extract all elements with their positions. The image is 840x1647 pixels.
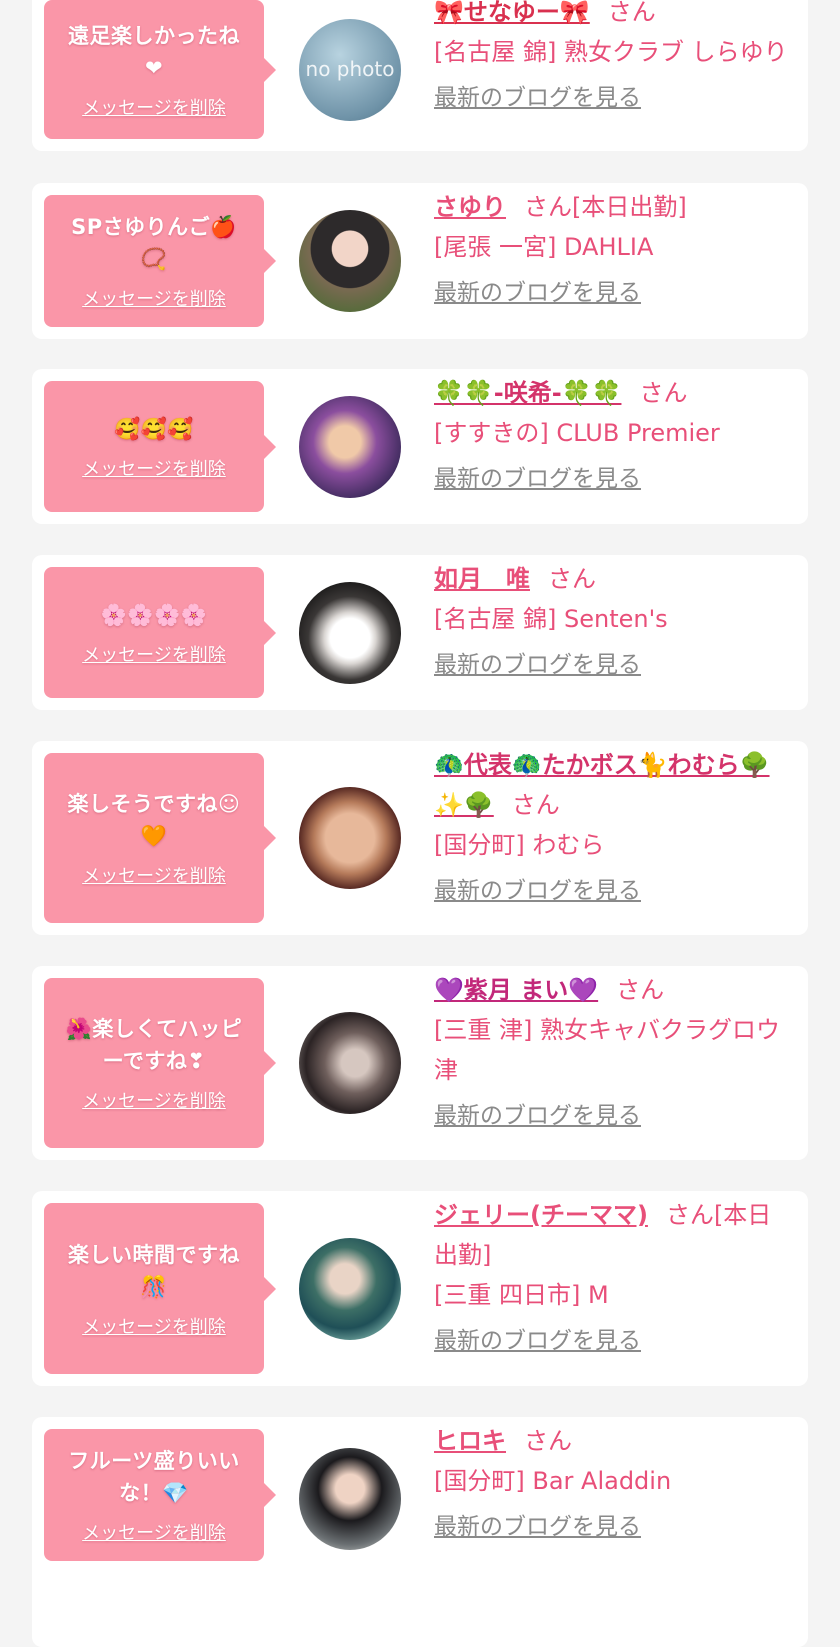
message-card: フルーツ盛りいい な！💎 メッセージを削除 ヒロキ さん [国分町] Bar Al… xyxy=(32,1417,808,1647)
avatar[interactable] xyxy=(299,210,401,312)
cast-name-link[interactable]: 如月 唯 xyxy=(434,565,530,593)
delete-message-link[interactable]: メッセージを削除 xyxy=(82,641,226,667)
shop-name: [尾張 一宮] DAHLIA xyxy=(434,233,654,261)
avatar-placeholder-text: no photo xyxy=(305,56,395,81)
cast-name-link[interactable]: 🎀せなゆー🎀 xyxy=(434,0,590,26)
delete-message-link[interactable]: メッセージを削除 xyxy=(82,455,226,481)
latest-blog-link[interactable]: 最新のブログを見る xyxy=(434,647,641,683)
name-row: ヒロキ さん xyxy=(434,1421,794,1461)
message-card: 楽しそうですね☺ 🧡 メッセージを削除 🦚代表🦚たかボス🐈わむら🌳✨🌳 さん [国… xyxy=(32,741,808,935)
message-text: 遠足楽しかったね ❤ xyxy=(68,23,240,80)
cast-name-link[interactable]: 🦚代表🦚たかボス🐈わむら🌳✨🌳 xyxy=(434,751,770,819)
message-text: 楽しそうですね☺ 🧡 xyxy=(67,792,241,848)
message-bubble: 遠足楽しかったね ❤ メッセージを削除 xyxy=(44,0,276,139)
avatar[interactable] xyxy=(299,1237,401,1340)
honorific: さん xyxy=(524,193,572,221)
delete-message-link[interactable]: メッセージを削除 xyxy=(82,1087,226,1113)
cast-name-link[interactable]: 💜紫月 まい💜 xyxy=(434,976,598,1004)
honorific: さん xyxy=(548,565,596,593)
message-card: SPさゆりんご🍎 📿 メッセージを削除 さゆり さん[本日出勤] [尾張 一宮] … xyxy=(32,183,808,339)
honorific: さん xyxy=(665,1201,714,1229)
honorific: さん xyxy=(607,0,656,26)
message-text: 🌺楽しくてハッピ ーですね❣ xyxy=(65,1017,243,1073)
latest-blog-link[interactable]: 最新のブログを見る xyxy=(434,1509,641,1545)
latest-blog-link[interactable]: 最新のブログを見る xyxy=(434,275,641,311)
shop-name: [名古屋 錦] 熟女クラブ しらゆり xyxy=(434,38,788,66)
avatar[interactable] xyxy=(299,1448,401,1550)
message-bubble: 楽しそうですね☺ 🧡 メッセージを削除 xyxy=(44,753,276,923)
name-row: 🦚代表🦚たかボス🐈わむら🌳✨🌳 さん xyxy=(434,745,794,825)
name-row: さゆり さん[本日出勤] xyxy=(434,187,794,227)
message-bubble: 🌺楽しくてハッピ ーですね❣ メッセージを削除 xyxy=(44,978,276,1148)
message-bubble: SPさゆりんご🍎 📿 メッセージを削除 xyxy=(44,195,276,327)
message-bubble: フルーツ盛りいい な！💎 メッセージを削除 xyxy=(44,1429,276,1561)
avatar[interactable] xyxy=(299,787,401,889)
cast-info: ジェリー(チーママ) さん[本日出勤] [三重 四日市] M 最新のブログを見る xyxy=(434,1195,794,1359)
delete-message-link[interactable]: メッセージを削除 xyxy=(82,1519,226,1545)
latest-blog-link[interactable]: 最新のブログを見る xyxy=(434,1323,641,1359)
delete-message-link[interactable]: メッセージを削除 xyxy=(82,1313,226,1339)
honorific: さん xyxy=(639,379,688,407)
avatar[interactable]: no photo xyxy=(299,18,401,121)
message-bubble: 🥰🥰🥰 メッセージを削除 xyxy=(44,381,276,512)
message-bubble: 楽しい時間ですね 🎊 メッセージを削除 xyxy=(44,1203,276,1374)
message-text: 楽しい時間ですね 🎊 xyxy=(68,1242,240,1299)
cast-info: 🍀🍀-咲希-🍀🍀 さん [すすきの] CLUB Premier 最新のブログを見る xyxy=(434,373,794,497)
cast-info: 🎀せなゆー🎀 さん [名古屋 錦] 熟女クラブ しらゆり 最新のブログを見る xyxy=(434,0,794,116)
name-row: 如月 唯さん xyxy=(434,559,794,599)
shop-name: [国分町] Bar Aladdin xyxy=(434,1467,672,1495)
cast-name-link[interactable]: ヒロキ xyxy=(434,1427,506,1455)
cast-info: 💜紫月 まい💜 さん [三重 津] 熟女キャバクラグロウ津 最新のブログを見る xyxy=(434,970,794,1134)
message-card: 🌸🌸🌸🌸 メッセージを削除 如月 唯さん [名古屋 錦] Senten's 最新… xyxy=(32,555,808,710)
honorific: さん xyxy=(524,1427,572,1455)
name-row: 💜紫月 まい💜 さん xyxy=(434,970,794,1010)
shop-name: [三重 四日市] M xyxy=(434,1281,609,1309)
delete-message-link[interactable]: メッセージを削除 xyxy=(82,94,226,120)
cast-name-link[interactable]: ジェリー(チーママ) xyxy=(434,1201,648,1229)
latest-blog-link[interactable]: 最新のブログを見る xyxy=(434,80,641,116)
attendance-status: [本日出勤] xyxy=(572,193,687,221)
latest-blog-link[interactable]: 最新のブログを見る xyxy=(434,461,641,497)
shop-name: [国分町] わむら xyxy=(434,831,605,859)
shop-name: [名古屋 錦] Senten's xyxy=(434,605,668,633)
name-row: ジェリー(チーママ) さん[本日出勤] xyxy=(434,1195,794,1275)
shop-name: [三重 津] 熟女キャバクラグロウ津 xyxy=(434,1016,780,1084)
avatar[interactable] xyxy=(299,1012,401,1114)
message-list: 遠足楽しかったね ❤ メッセージを削除 no photo 🎀せなゆー🎀 さん [名… xyxy=(0,0,840,1647)
message-text: 🌸🌸🌸🌸 xyxy=(100,602,208,627)
shop-name: [すすきの] CLUB Premier xyxy=(434,419,720,447)
message-bubble: 🌸🌸🌸🌸 メッセージを削除 xyxy=(44,567,276,698)
honorific: さん xyxy=(511,791,560,819)
latest-blog-link[interactable]: 最新のブログを見る xyxy=(434,1098,641,1134)
message-text: 🥰🥰🥰 xyxy=(114,416,194,441)
cast-info: さゆり さん[本日出勤] [尾張 一宮] DAHLIA 最新のブログを見る xyxy=(434,187,794,311)
cast-info: ヒロキ さん [国分町] Bar Aladdin 最新のブログを見る xyxy=(434,1421,794,1545)
avatar[interactable] xyxy=(299,581,401,684)
honorific: さん xyxy=(616,976,665,1004)
cast-name-link[interactable]: さゆり xyxy=(434,193,506,221)
avatar[interactable] xyxy=(299,395,401,498)
name-row: 🍀🍀-咲希-🍀🍀 さん xyxy=(434,373,794,413)
cast-name-link[interactable]: 🍀🍀-咲希-🍀🍀 xyxy=(434,379,621,407)
message-card: 遠足楽しかったね ❤ メッセージを削除 no photo 🎀せなゆー🎀 さん [名… xyxy=(32,0,808,151)
message-text: SPさゆりんご🍎 📿 xyxy=(71,215,237,271)
delete-message-link[interactable]: メッセージを削除 xyxy=(82,862,226,888)
cast-info: 如月 唯さん [名古屋 錦] Senten's 最新のブログを見る xyxy=(434,559,794,683)
message-card: 🥰🥰🥰 メッセージを削除 🍀🍀-咲希-🍀🍀 さん [すすきの] CLUB Prem… xyxy=(32,369,808,524)
name-row: 🎀せなゆー🎀 さん xyxy=(434,0,794,32)
latest-blog-link[interactable]: 最新のブログを見る xyxy=(434,873,641,909)
delete-message-link[interactable]: メッセージを削除 xyxy=(82,285,226,311)
message-card: 🌺楽しくてハッピ ーですね❣ メッセージを削除 💜紫月 まい💜 さん [三重 津]… xyxy=(32,966,808,1160)
message-text: フルーツ盛りいい な！💎 xyxy=(68,1449,240,1505)
message-card: 楽しい時間ですね 🎊 メッセージを削除 ジェリー(チーママ) さん[本日出勤] [… xyxy=(32,1191,808,1386)
cast-info: 🦚代表🦚たかボス🐈わむら🌳✨🌳 さん [国分町] わむら 最新のブログを見る xyxy=(434,745,794,909)
